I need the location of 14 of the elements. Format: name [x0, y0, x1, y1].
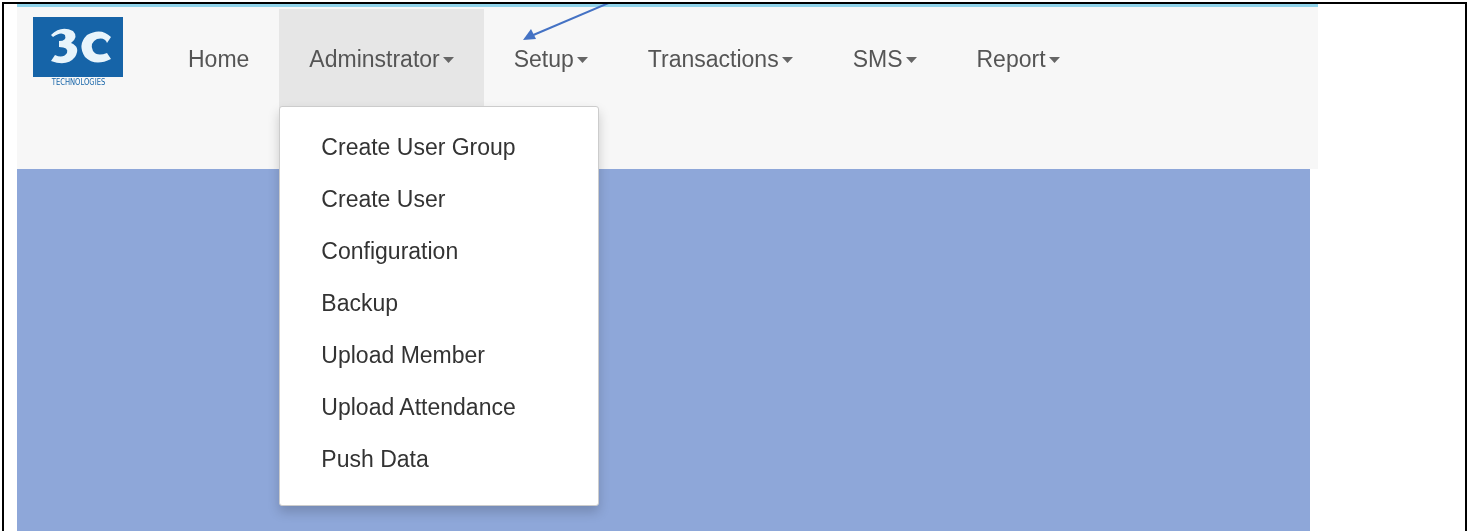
- menu-item[interactable]: Create User Group: [280, 127, 516, 179]
- nav-item[interactable]: Report: [946, 9, 1090, 108]
- nav-item[interactable]: SMS: [822, 9, 947, 108]
- menu-item[interactable]: Backup: [280, 283, 399, 335]
- logo-caption: TECHNOLOGIES: [51, 77, 105, 89]
- nav-item[interactable]: Adminstrator: [279, 9, 484, 108]
- menu-item[interactable]: Push Data: [280, 439, 429, 491]
- nav-item[interactable]: Transactions: [617, 9, 823, 108]
- menu-item[interactable]: Configuration: [280, 231, 459, 283]
- menu-item[interactable]: Upload Attendance: [280, 387, 516, 439]
- menu-item[interactable]: Create User: [280, 179, 446, 231]
- menu-item[interactable]: Upload Member: [280, 335, 485, 387]
- nav-item[interactable]: Home: [158, 9, 280, 108]
- nav-item[interactable]: Setup: [483, 9, 618, 108]
